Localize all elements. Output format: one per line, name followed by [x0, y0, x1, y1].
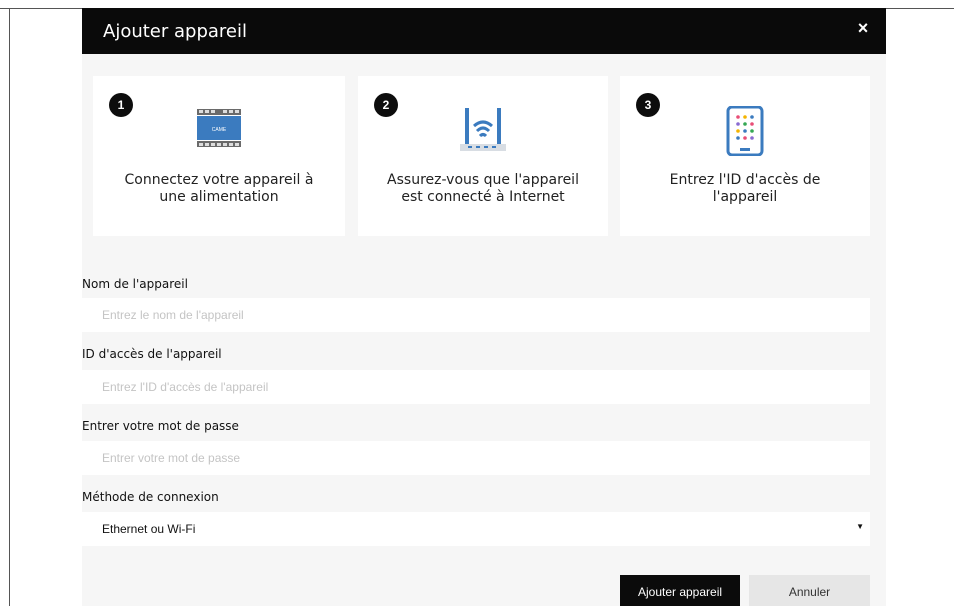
- step-instruction-line-2: une alimentation: [159, 189, 279, 205]
- connection-method-value: Ethernet ou Wi-Fi: [102, 522, 196, 536]
- access-id-label: ID d'accès de l'appareil: [82, 347, 222, 361]
- cancel-button[interactable]: Annuler: [749, 575, 870, 606]
- password-label: Entrer votre mot de passe: [82, 419, 239, 433]
- step-instruction: Assurez-vous que l'appareil est connecté…: [358, 172, 608, 206]
- password-input[interactable]: [82, 441, 870, 475]
- step-number-badge: 3: [636, 93, 660, 117]
- step-number-badge: 1: [109, 93, 133, 117]
- device-brand-label: CAME: [212, 127, 227, 133]
- step-card-internet: 2 Assurez-vous que l'appareil est connec…: [358, 76, 608, 236]
- add-device-dialog: Ajouter appareil × 1 CAME Connectez votr…: [82, 8, 886, 606]
- step-number-badge: 2: [374, 93, 398, 117]
- window-left-border: [9, 8, 10, 606]
- router-icon: [458, 106, 508, 161]
- access-id-input[interactable]: [82, 370, 870, 404]
- connection-method-select[interactable]: Ethernet ou Wi-Fi ▼: [82, 512, 870, 546]
- caret-down-icon: ▼: [856, 522, 864, 531]
- step-instruction: Entrez l'ID d'accès de l'appareil: [620, 172, 870, 206]
- step-instruction-line-2: est connecté à Internet: [401, 189, 565, 205]
- dialog-title: Ajouter appareil: [103, 21, 247, 42]
- connection-method-label: Méthode de connexion: [82, 490, 219, 504]
- din-rail-module-icon: CAME: [194, 106, 244, 157]
- step-instruction-line-2: l'appareil: [712, 189, 778, 205]
- device-name-label: Nom de l'appareil: [82, 277, 188, 291]
- device-name-input[interactable]: [82, 298, 870, 332]
- step-instruction: Connectez votre appareil à une alimentat…: [93, 172, 345, 206]
- step-card-power: 1 CAME Connectez votre appareil à une al…: [93, 76, 345, 236]
- dialog-header: Ajouter appareil ×: [82, 8, 886, 54]
- step-instruction-line-1: Entrez l'ID d'accès de: [669, 172, 821, 188]
- tablet-keypad-icon: [726, 105, 764, 161]
- step-card-access-id: 3 Entrez l'ID d'accès de l'appareil: [620, 76, 870, 236]
- close-icon[interactable]: ×: [853, 18, 873, 38]
- step-instruction-line-1: Connectez votre appareil à: [124, 172, 314, 188]
- step-instruction-line-1: Assurez-vous que l'appareil: [387, 172, 579, 188]
- add-device-button[interactable]: Ajouter appareil: [620, 575, 740, 606]
